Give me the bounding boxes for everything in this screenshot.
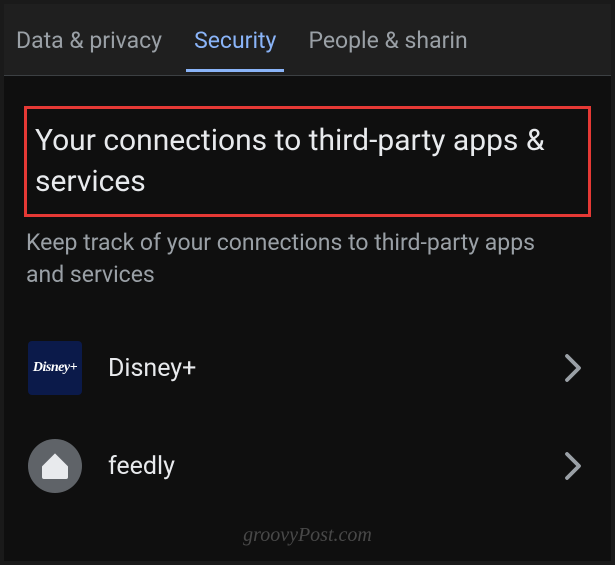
highlight-annotation: Your connections to third-party apps & s… <box>24 106 591 217</box>
section-title: Your connections to third-party apps & s… <box>35 121 574 202</box>
chevron-right-icon <box>563 451 583 481</box>
chevron-right-icon <box>563 353 583 383</box>
feedly-icon <box>28 439 82 493</box>
app-row-feedly[interactable]: feedly <box>24 417 591 515</box>
content-area: Your connections to third-party apps & s… <box>4 76 611 515</box>
tab-bar: Data & privacy Security People & sharin <box>4 4 611 76</box>
tab-people-sharing[interactable]: People & sharin <box>300 7 475 72</box>
app-label: Disney+ <box>108 354 563 383</box>
tab-security[interactable]: Security <box>186 7 284 72</box>
tab-data-privacy[interactable]: Data & privacy <box>8 7 170 72</box>
disney-plus-icon: Disney+ <box>28 341 82 395</box>
section-subtitle: Keep track of your connections to third-… <box>24 227 591 291</box>
watermark: groovyPost.com <box>243 524 372 547</box>
app-label: feedly <box>108 452 563 481</box>
app-row-disney[interactable]: Disney+ Disney+ <box>24 319 591 417</box>
